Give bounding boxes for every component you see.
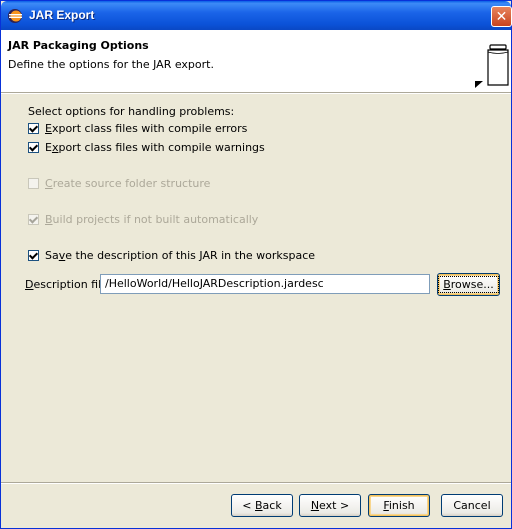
description-file-label: Description file: xyxy=(25,278,112,291)
checkbox-box[interactable] xyxy=(28,249,39,261)
header-banner: JAR Packaging Options Define the options… xyxy=(1,30,511,93)
checkbox-box[interactable] xyxy=(28,141,39,153)
jar-export-dialog: JAR Export ✕ JAR Packaging Options Defin… xyxy=(0,0,512,529)
title-bar[interactable]: JAR Export ✕ xyxy=(1,1,512,30)
finish-button[interactable]: Finish xyxy=(368,494,430,517)
export-warnings-checkbox[interactable]: Export class files with compile warnings xyxy=(28,140,265,154)
page-description: Define the options for the JAR export. xyxy=(8,58,214,71)
close-icon: ✕ xyxy=(495,8,508,25)
create-source-folder-checkbox: Create source folder structure xyxy=(28,176,210,190)
window-title: JAR Export xyxy=(29,8,95,22)
build-projects-checkbox: Build projects if not built automaticall… xyxy=(28,212,258,226)
checkbox-box xyxy=(28,177,39,189)
jar-icon xyxy=(475,44,509,88)
page-title: JAR Packaging Options xyxy=(8,39,149,52)
cancel-button[interactable]: Cancel xyxy=(441,494,503,517)
description-file-input[interactable]: /HelloWorld/HelloJARDescription.jardesc xyxy=(100,274,430,294)
checkbox-box xyxy=(28,213,39,225)
options-section-label: Select options for handling problems: xyxy=(28,105,235,118)
export-errors-checkbox[interactable]: Export class files with compile errors xyxy=(28,121,247,135)
save-description-checkbox[interactable]: Save the description of this JAR in the … xyxy=(28,248,315,262)
back-button[interactable]: < Back xyxy=(231,494,293,517)
close-button[interactable]: ✕ xyxy=(491,6,512,27)
checkbox-box[interactable] xyxy=(28,122,39,134)
banner-separator xyxy=(1,93,511,94)
eclipse-icon xyxy=(8,9,22,23)
browse-button[interactable]: Browse... xyxy=(437,273,500,296)
next-button[interactable]: Next > xyxy=(299,494,361,517)
